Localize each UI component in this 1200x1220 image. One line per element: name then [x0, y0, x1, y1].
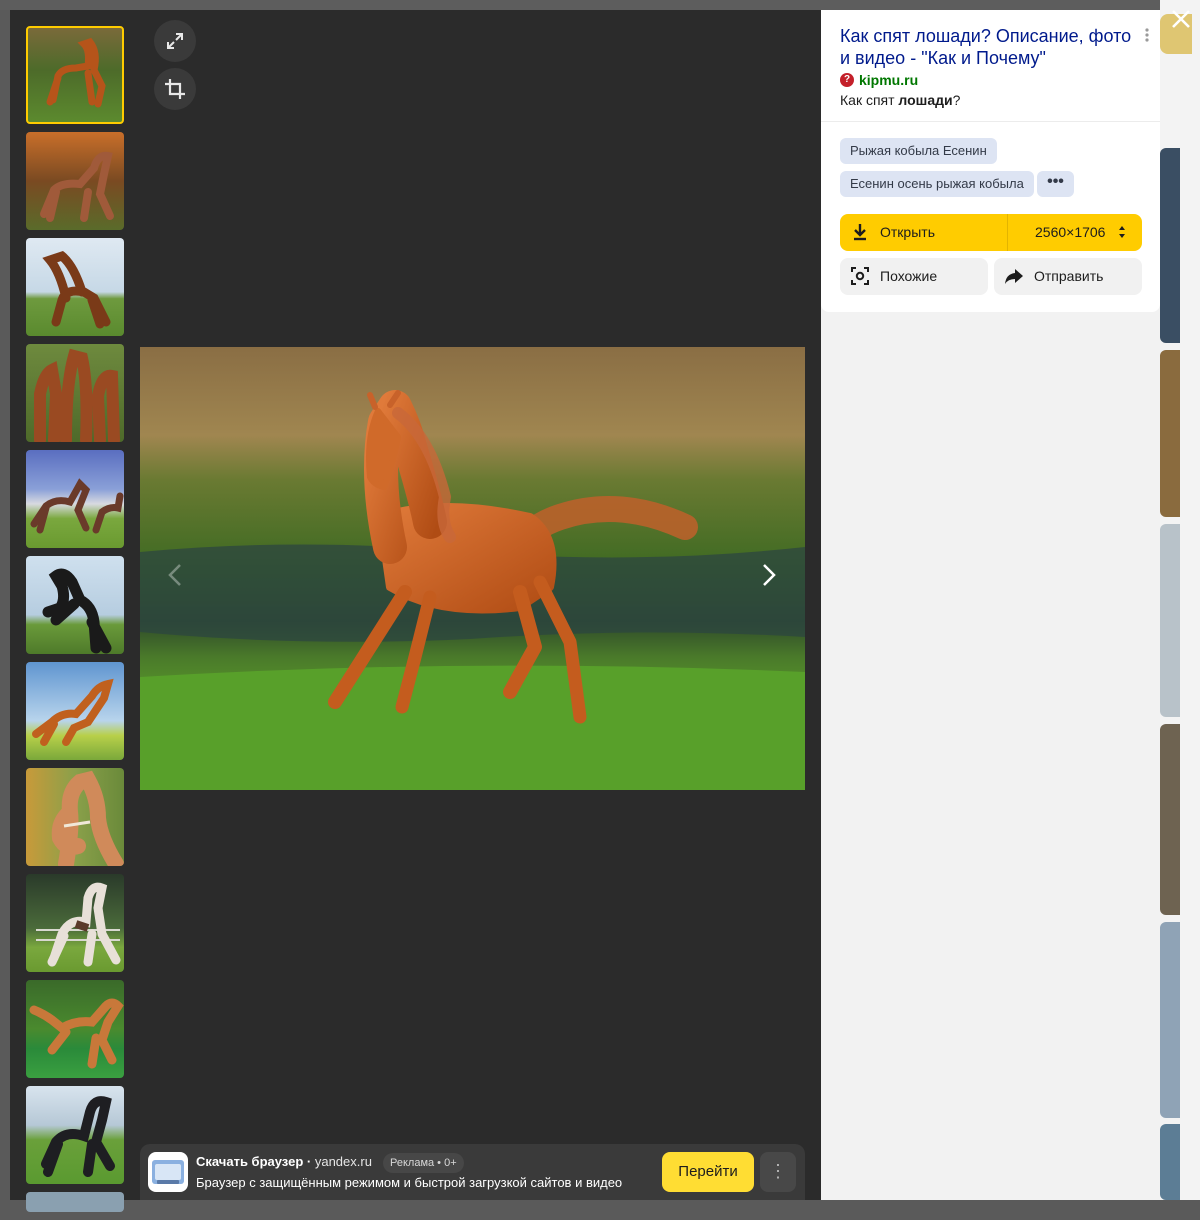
tags-more-button[interactable]: •••	[1037, 171, 1074, 197]
share-icon	[1005, 269, 1023, 284]
close-icon	[1172, 10, 1190, 28]
thumbnail-strip	[26, 26, 124, 1220]
divider	[821, 121, 1160, 122]
open-image-button[interactable]: Открыть 2560×1706	[840, 214, 1142, 251]
snippet-end: ?	[952, 92, 961, 108]
thumbnail-horse-head-halter[interactable]	[26, 768, 124, 866]
share-label[interactable]: Отправить	[1034, 258, 1103, 295]
share-button[interactable]: Отправить	[994, 258, 1142, 295]
crop-button[interactable]	[154, 68, 196, 110]
ad-title-text[interactable]: Скачать браузер	[196, 1154, 303, 1169]
browser-logo-icon	[148, 1152, 188, 1192]
thumbnail-bay-horse-running-sky[interactable]	[26, 238, 124, 336]
background-thumbnail	[1160, 724, 1180, 915]
chevron-right-icon	[763, 564, 776, 586]
source-domain-link[interactable]: kipmu.ru	[859, 72, 918, 88]
fullscreen-button[interactable]	[154, 20, 196, 62]
expand-icon	[167, 33, 183, 49]
result-card: Как спят лошади? Описание, фото и видео …	[821, 10, 1160, 312]
background-page	[1160, 0, 1200, 1200]
thumbnail-chestnut-horse-jumping[interactable]	[26, 662, 124, 760]
chevron-left-icon	[168, 564, 181, 586]
tag-chip[interactable]: Рыжая кобыла Есенин	[840, 138, 997, 164]
snippet-text: Как спят	[840, 92, 899, 108]
background-thumbnail	[1160, 350, 1180, 517]
ad-banner: Скачать браузер · yandex.ru Реклама • 0+…	[140, 1144, 805, 1200]
background-thumbnail	[1160, 1124, 1180, 1200]
background-page-top	[0, 0, 1200, 10]
next-image-button[interactable]	[754, 555, 784, 595]
tag-chip[interactable]: Есенин осень рыжая кобыла	[840, 171, 1034, 197]
thumbnail-black-horse-rearing[interactable]	[26, 556, 124, 654]
thumbnail-black-horse-galloping[interactable]	[26, 1086, 124, 1184]
close-viewer-button[interactable]	[1168, 6, 1194, 32]
previous-image-button[interactable]	[160, 555, 190, 595]
ad-domain[interactable]: yandex.ru	[315, 1154, 372, 1169]
details-panel: Как спят лошади? Описание, фото и видео …	[821, 10, 1160, 1200]
open-label[interactable]: Открыть	[880, 214, 935, 251]
similar-label[interactable]: Похожие	[880, 258, 937, 295]
thumbnail-partial[interactable]	[26, 1192, 124, 1212]
sort-arrows-icon	[1119, 226, 1125, 238]
lens-icon	[851, 267, 869, 285]
ad-go-button[interactable]: Перейти	[662, 1152, 754, 1192]
similar-button[interactable]: Похожие	[840, 258, 988, 295]
snippet-highlight: лошади	[898, 92, 953, 108]
crop-icon	[165, 79, 185, 99]
result-snippet: Как спят лошади?	[840, 92, 960, 108]
ad-description: Браузер с защищённым режимом и быстрой з…	[196, 1175, 623, 1190]
result-title-link[interactable]: Как спят лошади? Описание, фото и видео …	[840, 25, 1135, 69]
ad-title[interactable]: Скачать браузер · yandex.ru	[196, 1154, 372, 1169]
question-icon: ?	[840, 73, 854, 87]
thumbnail-pinto-horse-galloping[interactable]	[26, 874, 124, 972]
source: ? kipmu.ru	[840, 71, 918, 89]
background-thumbnail	[1160, 148, 1180, 343]
thumbnail-chestnut-horse-galloping[interactable]	[26, 980, 124, 1078]
ad-menu-button[interactable]: ⋮	[760, 1152, 796, 1192]
thumbnail-chestnut-horse-field[interactable]	[26, 26, 124, 124]
thumbnail-three-horses-portrait[interactable]	[26, 344, 124, 442]
main-image[interactable]	[140, 347, 805, 790]
image-viewer: Скачать браузер · yandex.ru Реклама • 0+…	[10, 10, 821, 1212]
thumbnail-horse-autumn-trees[interactable]	[26, 132, 124, 230]
image-size-select[interactable]: 2560×1706	[1035, 214, 1105, 251]
thumbnail-horses-running-herd[interactable]	[26, 450, 124, 548]
ad-label-badge: Реклама • 0+	[383, 1153, 464, 1173]
download-icon	[854, 224, 866, 241]
button-separator	[1007, 214, 1008, 251]
ad-separator: ·	[303, 1154, 315, 1169]
background-thumbnail	[1160, 524, 1180, 717]
background-thumbnail	[1160, 922, 1180, 1118]
kebab-icon	[1145, 28, 1149, 42]
more-options-button[interactable]	[1141, 28, 1153, 50]
